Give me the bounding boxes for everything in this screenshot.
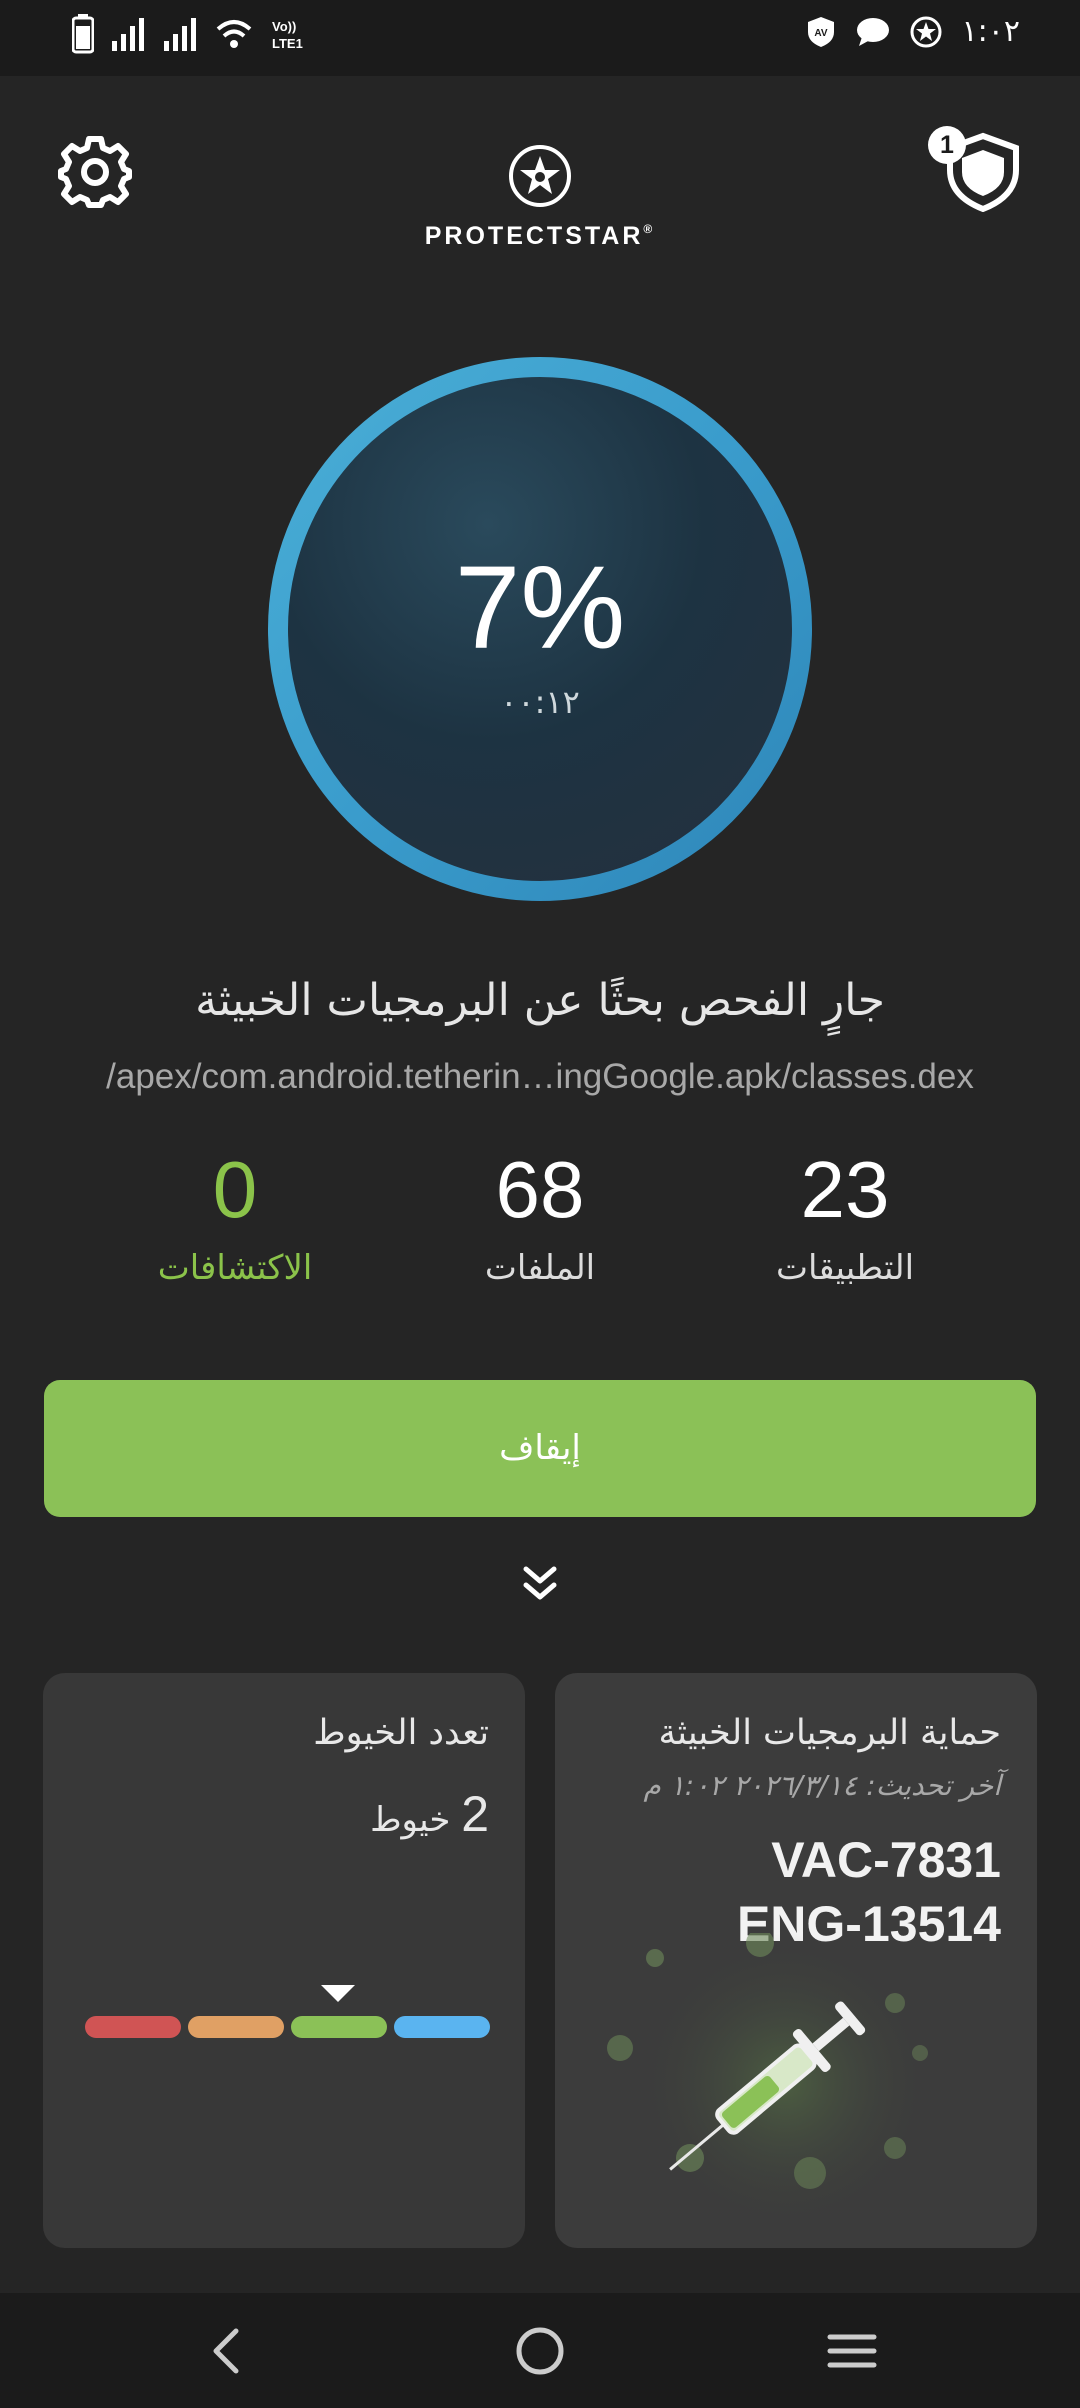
svg-text:Vo)): Vo)) (272, 19, 296, 34)
scan-percent: 7% (454, 542, 626, 674)
thread-level-marker (321, 1985, 355, 2002)
status-bar: Vo)) LTE1 AV ١:٠٢ (0, 0, 1080, 76)
status-time: ١:٠٢ (961, 14, 1020, 49)
navigation-bar (0, 2293, 1080, 2408)
signal-icon (112, 18, 144, 51)
threads-count: 2 (461, 1786, 489, 1842)
thread-segment-4[interactable] (394, 2016, 490, 2038)
stat-detections-label: الاكتشافات (157, 1248, 313, 1288)
chat-icon (856, 17, 889, 46)
stat-files: 68 الملفات (390, 1145, 690, 1289)
stat-apps: 23 التطبيقات (695, 1145, 995, 1289)
protection-status-button[interactable]: 1 (924, 124, 1024, 214)
menu-icon (827, 2334, 877, 2368)
signal-icon (164, 18, 196, 51)
thread-segment-3[interactable] (291, 2016, 387, 2038)
last-update-label: آخر تحديث: ٢٠٢٦/٣/١٤ ١:٠٢ م (643, 1769, 1001, 1802)
settings-button[interactable] (58, 134, 132, 208)
thread-segment-1[interactable] (85, 2016, 181, 2038)
brand-name: PROTECTSTAR® (424, 222, 656, 250)
stat-apps-label: التطبيقات (775, 1248, 915, 1288)
notification-badge: 1 (928, 126, 966, 164)
volte-icon: Vo)) LTE1 (272, 19, 303, 51)
double-chevron-down-icon (523, 1566, 557, 1600)
svg-text:LTE1: LTE1 (272, 36, 303, 51)
threads-card-title: تعدد الخيوط (313, 1713, 489, 1753)
av-icon: AV (807, 16, 834, 47)
scan-elapsed-time: ٠٠:١٢ (500, 683, 580, 721)
stat-files-label: الملفات (484, 1248, 596, 1288)
expand-button[interactable] (510, 1555, 570, 1615)
back-button[interactable] (198, 2321, 258, 2381)
syringe-icon (607, 1933, 935, 2233)
thread-segment-2[interactable] (188, 2016, 284, 2038)
scan-current-file: /apex/com.android.tetherin…ingGoogle.apk… (106, 1057, 974, 1096)
battery-icon (72, 14, 94, 54)
stop-scan-button[interactable]: إيقاف (44, 1380, 1036, 1517)
status-icons-left: Vo)) LTE1 (72, 14, 310, 54)
malware-protection-card[interactable]: حماية البرمجيات الخبيثة آخر تحديث: ٢٠٢٦/… (555, 1673, 1037, 2248)
stat-detections: 0 الاكتشافات (85, 1145, 385, 1289)
stat-detections-count: 0 (212, 1145, 258, 1234)
wifi-icon (216, 20, 252, 48)
protectstar-logo: PROTECTSTAR® (400, 144, 680, 251)
status-icons-right: AV ١:٠٢ (806, 14, 1020, 49)
back-icon (213, 2328, 239, 2374)
top-bar: PROTECTSTAR® 1 (0, 76, 1080, 276)
home-button[interactable] (510, 2321, 570, 2381)
recents-button[interactable] (822, 2321, 882, 2381)
multithreading-card[interactable]: تعدد الخيوط 2 خيوط (43, 1673, 525, 2248)
threads-unit: خيوط (370, 1800, 451, 1840)
stat-apps-count: 23 (800, 1145, 890, 1234)
vac-version: VAC-7831 (771, 1832, 1001, 1888)
threads-value: 2 خيوط (370, 1785, 489, 1843)
home-icon (516, 2327, 564, 2375)
malware-card-title: حماية البرمجيات الخبيثة (658, 1713, 1002, 1753)
protectstar-icon (910, 16, 942, 47)
scan-status-title: جارٍ الفحص بحثًا عن البرمجيات الخبيثة (195, 975, 885, 1026)
svg-text:AV: AV (814, 28, 827, 39)
stat-files-count: 68 (495, 1145, 585, 1234)
gear-icon (58, 136, 132, 208)
star-logo-icon (509, 145, 571, 207)
